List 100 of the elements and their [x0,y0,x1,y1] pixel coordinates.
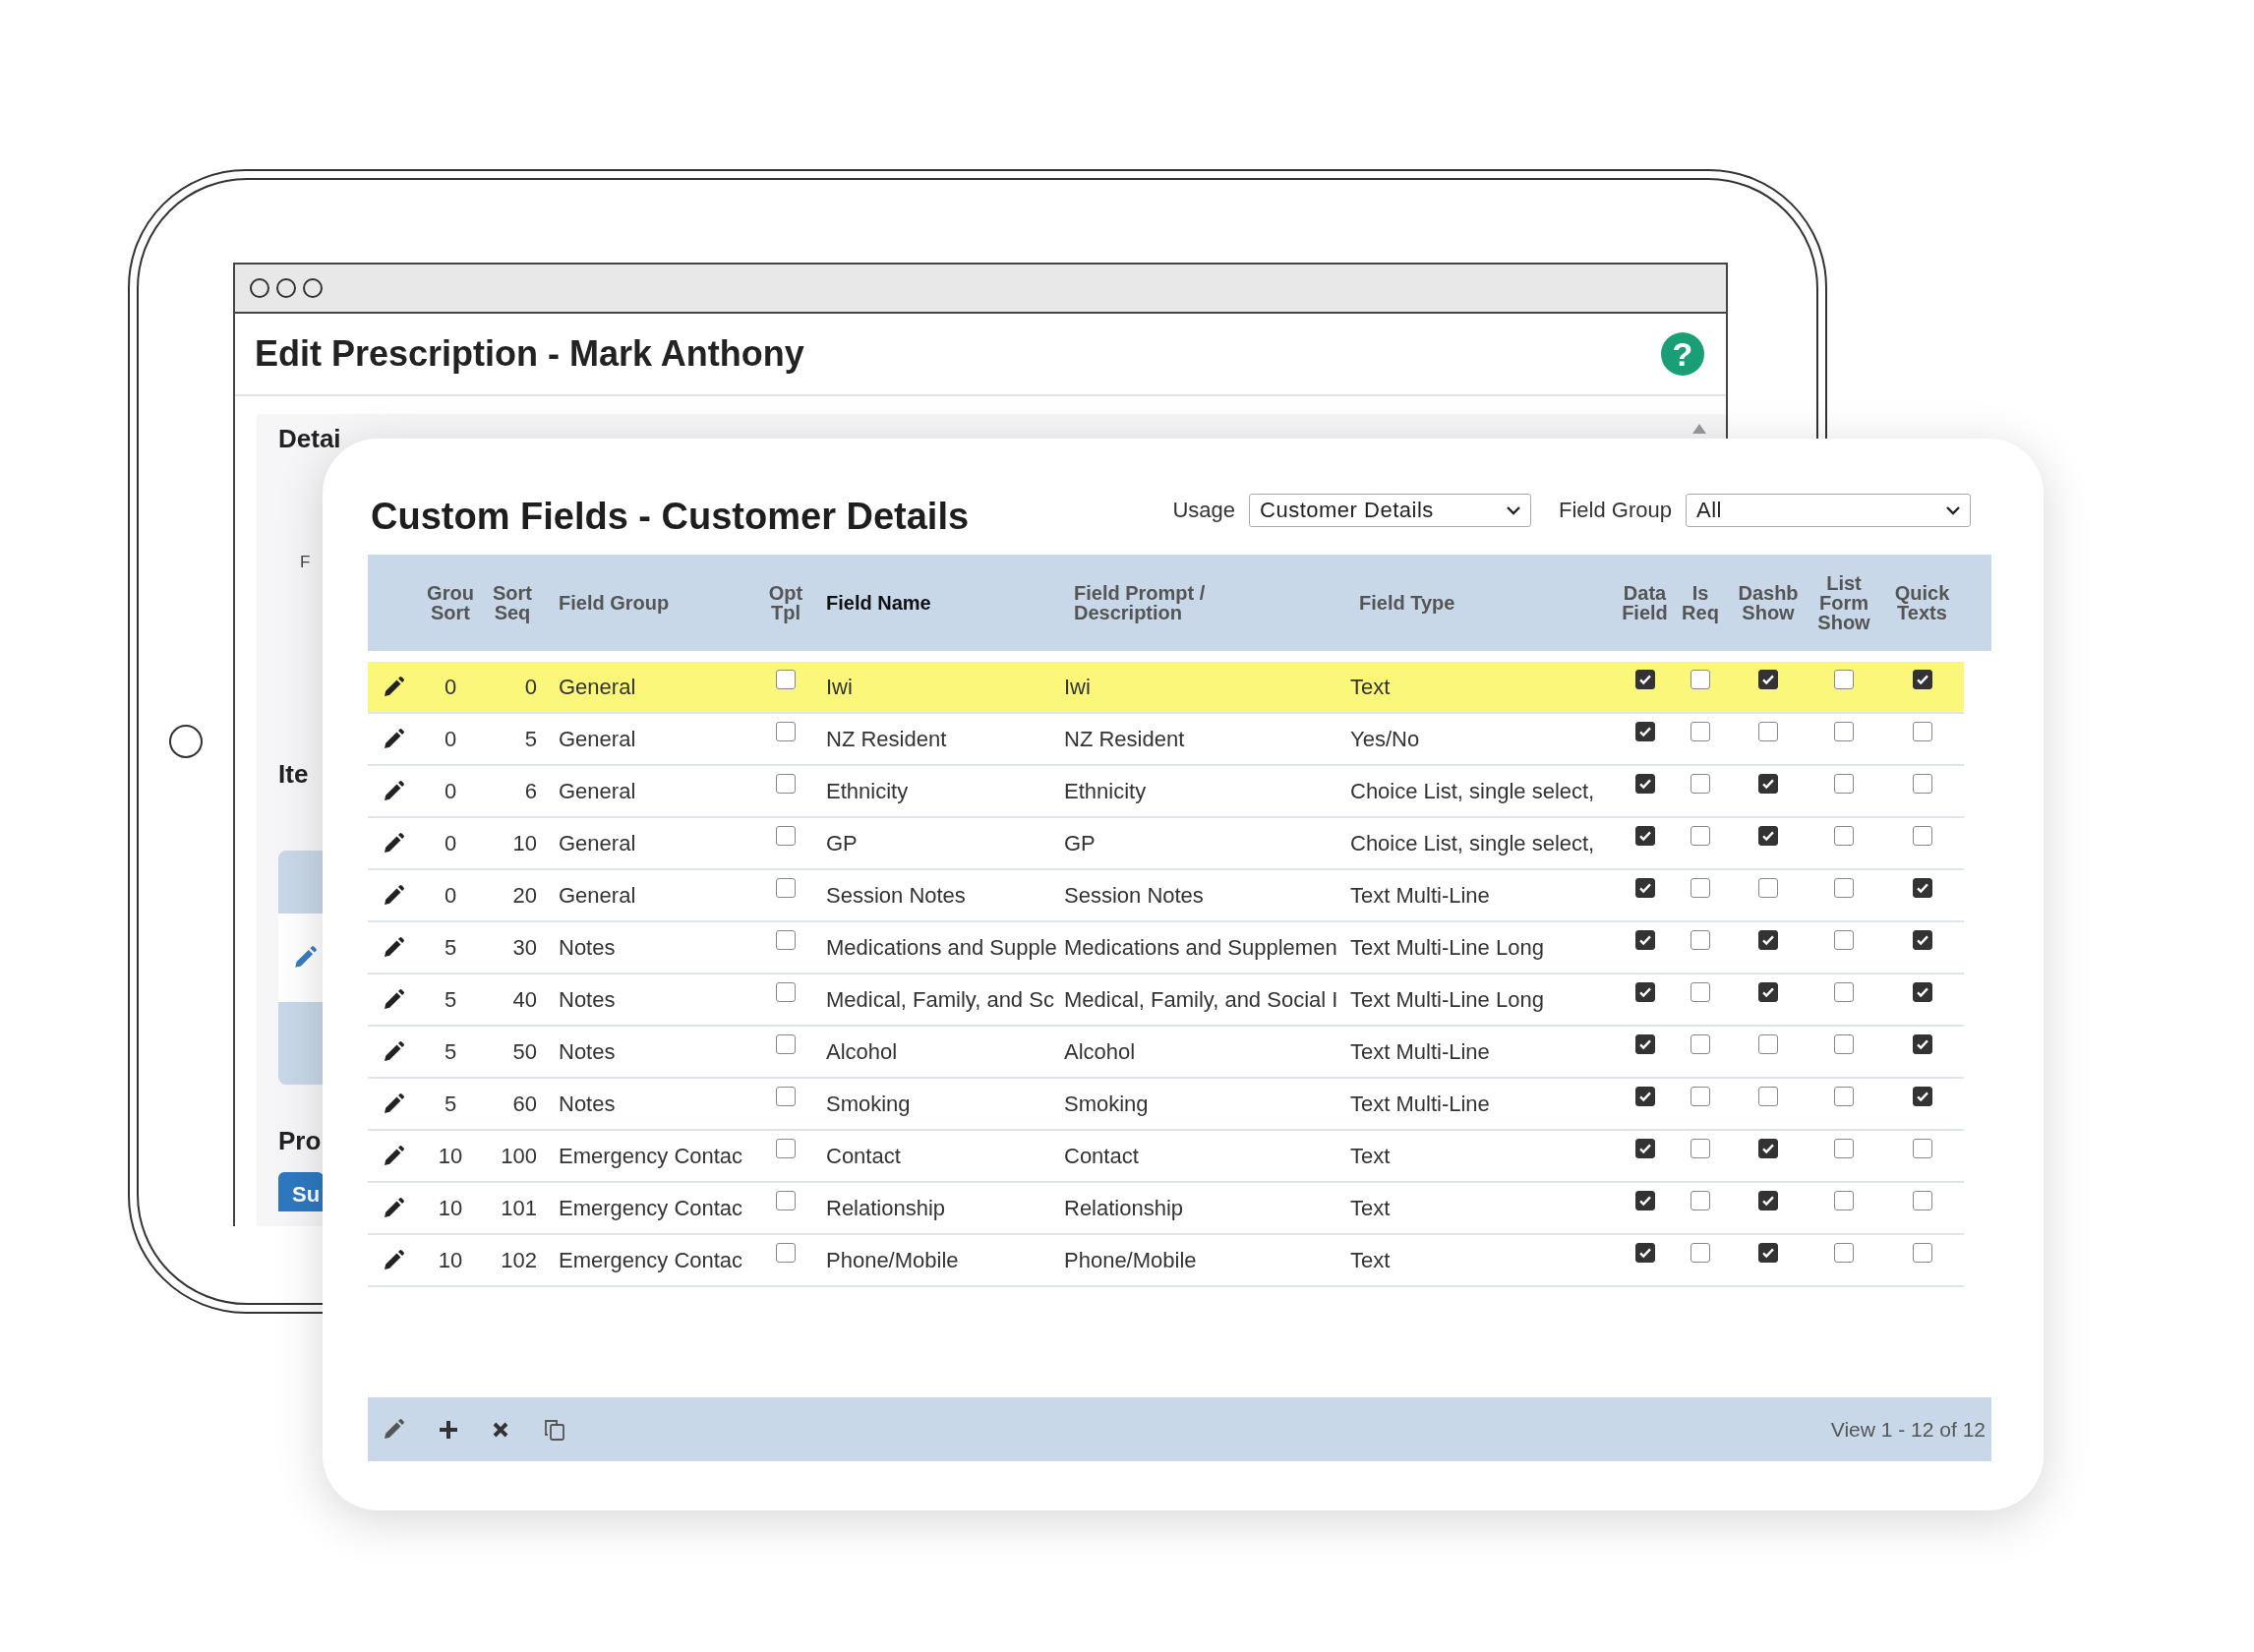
checkbox[interactable] [1690,1087,1710,1106]
checkbox[interactable] [1758,722,1778,741]
checkbox[interactable] [1690,930,1710,950]
submit-button[interactable]: Su [278,1172,324,1211]
checkbox[interactable] [1758,1243,1778,1263]
table-row[interactable]: 0 0 General Iwi Iwi Text [368,662,1964,714]
edit-icon[interactable] [382,831,405,856]
checkbox[interactable] [1690,1139,1710,1158]
checkbox[interactable] [1690,774,1710,794]
checkbox[interactable] [1912,1139,1932,1158]
home-button[interactable] [169,725,203,758]
column-header[interactable]: Grou Sort [419,583,482,622]
checkbox[interactable] [1912,930,1932,950]
checkbox[interactable] [1834,774,1854,794]
column-header[interactable]: Dashb Show [1729,583,1808,622]
checkbox[interactable] [1634,1034,1655,1054]
field-group-select[interactable]: All [1686,494,1971,527]
checkbox[interactable] [1834,930,1854,950]
edit-icon[interactable] [382,1196,405,1220]
checkbox[interactable] [1634,826,1655,846]
checkbox[interactable] [1758,670,1778,689]
checkbox[interactable] [1834,1087,1854,1106]
checkbox[interactable] [1690,826,1710,846]
checkbox[interactable] [1690,722,1710,741]
window-dots-icon[interactable] [249,277,324,299]
table-row[interactable]: 10 101 Emergency Contac Relationship Relationship Text [368,1183,1964,1235]
edit-icon[interactable] [382,883,405,908]
checkbox[interactable] [776,930,796,950]
checkbox[interactable] [776,1139,796,1158]
checkbox[interactable] [776,1087,796,1106]
add-icon[interactable] [439,1419,458,1440]
checkbox[interactable] [1634,1139,1655,1158]
table-row[interactable]: 10 100 Emergency Contac Contact Contact Text [368,1131,1964,1183]
edit-icon[interactable] [382,1092,405,1116]
checkbox[interactable] [1690,1243,1710,1263]
checkbox[interactable] [1912,774,1932,794]
checkbox[interactable] [1634,930,1655,950]
checkbox[interactable] [1912,982,1932,1002]
checkbox[interactable] [776,670,796,689]
checkbox[interactable] [1912,826,1932,846]
checkbox[interactable] [1690,1034,1710,1054]
checkbox[interactable] [1834,826,1854,846]
chevron-down-icon[interactable] [1507,505,1521,515]
checkbox[interactable] [1912,1087,1932,1106]
table-row[interactable]: 10 102 Emergency Contac Phone/Mobile Phone/Mobile Text [368,1235,1964,1287]
column-header[interactable]: List Form Show [1808,573,1880,632]
checkbox[interactable] [1690,878,1710,898]
checkbox[interactable] [1834,982,1854,1002]
checkbox[interactable] [776,982,796,1002]
checkbox[interactable] [1634,670,1655,689]
checkbox[interactable] [776,722,796,741]
edit-icon[interactable] [382,779,405,803]
checkbox[interactable] [1634,774,1655,794]
table-row[interactable]: 5 30 Notes Medications and Supple Medications and Supplemen Text Multi-Line Long [368,922,1964,974]
table-row[interactable]: 5 50 Notes Alcohol Alcohol Text Multi-Line [368,1027,1964,1079]
checkbox[interactable] [1758,826,1778,846]
checkbox[interactable] [1758,930,1778,950]
checkbox[interactable] [1912,722,1932,741]
checkbox[interactable] [776,826,796,846]
checkbox[interactable] [1758,878,1778,898]
edit-icon[interactable] [382,1144,405,1168]
checkbox[interactable] [1834,1034,1854,1054]
checkbox[interactable] [1634,1087,1655,1106]
column-header[interactable]: Is Req [1672,583,1729,622]
column-header[interactable]: Field Group [543,593,759,613]
checkbox[interactable] [1758,982,1778,1002]
collapse-icon[interactable] [1692,424,1706,434]
checkbox[interactable] [1834,1139,1854,1158]
edit-icon[interactable] [382,727,405,751]
checkbox[interactable] [1634,1191,1655,1210]
checkbox[interactable] [1912,878,1932,898]
checkbox[interactable] [1912,1243,1932,1263]
checkbox[interactable] [1634,878,1655,898]
checkbox[interactable] [1912,670,1932,689]
checkbox[interactable] [1634,722,1655,741]
checkbox[interactable] [1690,982,1710,1002]
checkbox[interactable] [1690,670,1710,689]
checkbox[interactable] [776,1034,796,1054]
checkbox[interactable] [1634,982,1655,1002]
edit-icon[interactable] [382,675,405,699]
checkbox[interactable] [1834,722,1854,741]
edit-icon[interactable] [382,987,405,1012]
checkbox[interactable] [776,878,796,898]
usage-select[interactable]: Customer Details [1249,494,1532,527]
checkbox[interactable] [1758,1034,1778,1054]
checkbox[interactable] [1758,1139,1778,1158]
column-header[interactable]: Opt Tpl [759,583,812,622]
column-header[interactable]: Quick Texts [1880,583,1964,622]
checkbox[interactable] [1634,1243,1655,1263]
checkbox[interactable] [1834,670,1854,689]
checkbox[interactable] [1758,774,1778,794]
checkbox[interactable] [776,774,796,794]
edit-icon[interactable] [382,935,405,960]
edit-icon[interactable] [382,1039,405,1064]
column-header[interactable]: Field Name [812,593,1058,613]
column-header[interactable]: Sort Seq [482,583,543,622]
column-header[interactable]: Field Type [1343,593,1618,613]
column-header[interactable]: Data Field [1618,583,1672,622]
table-row[interactable]: 5 40 Notes Medical, Family, and Sc Medical, Family, and Social I Text Multi-Line Long [368,974,1964,1027]
checkbox[interactable] [776,1191,796,1210]
